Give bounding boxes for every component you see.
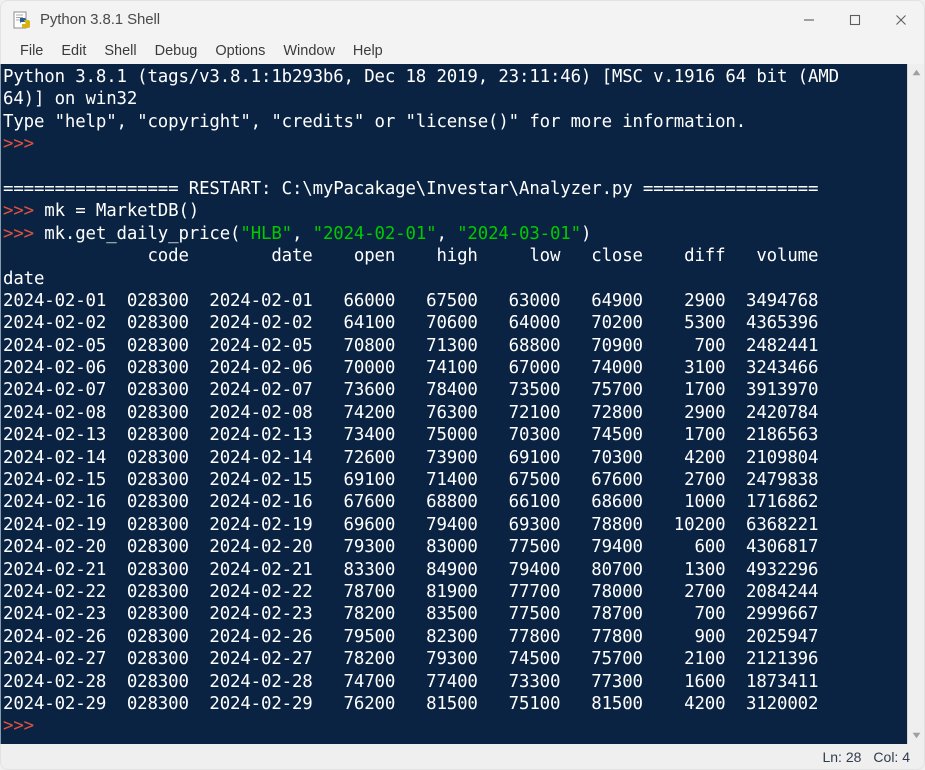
table-row: 2024-02-27 028300 2024-02-27 78200 79300…	[3, 649, 819, 670]
table-row: 2024-02-08 028300 2024-02-08 74200 76300…	[3, 402, 819, 423]
table-row: 2024-02-22 028300 2024-02-22 78700 81900…	[3, 581, 819, 602]
status-bar: Ln: 28 Col: 4	[0, 744, 925, 770]
table-row: 2024-02-16 028300 2024-02-16 67600 68800…	[3, 492, 819, 513]
menu-bar: File Edit Shell Debug Options Window Hel…	[0, 38, 925, 64]
title-bar-left: Python 3.8.1 Shell	[1, 11, 160, 29]
command-line-get-daily-price: >>> mk.get_daily_price("HLB", "2024-02-0…	[3, 223, 592, 244]
prompt-line-trailing: >>>	[3, 716, 34, 737]
table-row: 2024-02-06 028300 2024-02-06 70000 74100…	[3, 358, 819, 379]
vertical-scrollbar[interactable]	[907, 64, 924, 744]
status-line-number: Ln: 28	[822, 748, 862, 765]
table-row: 2024-02-23 028300 2024-02-23 78200 83500…	[3, 604, 819, 625]
table-row: 2024-02-19 028300 2024-02-19 69600 79400…	[3, 514, 819, 535]
table-row: 2024-02-15 028300 2024-02-15 69100 71400…	[3, 470, 819, 491]
table-row: 2024-02-05 028300 2024-02-05 70800 71300…	[3, 335, 819, 356]
python-idle-icon	[13, 11, 31, 29]
banner-line-1: 64)] on win32	[3, 89, 138, 110]
menu-item-debug[interactable]: Debug	[146, 41, 207, 61]
banner-line-0: Python 3.8.1 (tags/v3.8.1:1b293b6, Dec 1…	[3, 67, 839, 87]
menu-item-file[interactable]: File	[11, 41, 52, 61]
table-row: 2024-02-21 028300 2024-02-21 83300 84900…	[3, 559, 819, 580]
shell-output[interactable]: Python 3.8.1 (tags/v3.8.1:1b293b6, Dec 1…	[1, 64, 907, 744]
table-row: 2024-02-02 028300 2024-02-02 64100 70600…	[3, 313, 819, 334]
scroll-up-icon[interactable]	[908, 64, 925, 81]
menu-item-options[interactable]: Options	[206, 41, 274, 61]
banner-line-2: Type "help", "copyright", "credits" or "…	[3, 111, 747, 132]
maximize-button[interactable]	[832, 1, 878, 39]
table-row: 2024-02-28 028300 2024-02-28 74700 77400…	[3, 671, 819, 692]
prompt-line-empty: >>>	[3, 134, 34, 155]
menu-item-shell[interactable]: Shell	[95, 41, 145, 61]
close-button[interactable]	[878, 1, 924, 39]
table-row: 2024-02-26 028300 2024-02-26 79500 82300…	[3, 626, 819, 647]
table-row: 2024-02-14 028300 2024-02-14 72600 73900…	[3, 447, 819, 468]
restart-line: ================= RESTART: C:\myPacakage…	[3, 178, 819, 199]
table-row: 2024-02-01 028300 2024-02-01 66000 67500…	[3, 290, 819, 311]
status-column-number: Col: 4	[873, 748, 910, 765]
scroll-down-icon[interactable]	[908, 727, 925, 744]
table-header-row: code date open high low close diff volum…	[3, 246, 819, 267]
idle-shell-window: Python 3.8.1 Shell File Edit Shell Debug…	[0, 0, 925, 770]
menu-item-window[interactable]: Window	[274, 41, 344, 61]
command-line-0: >>> mk = MarketDB()	[3, 201, 200, 222]
window-controls	[786, 1, 924, 39]
table-row: 2024-02-29 028300 2024-02-29 76200 81500…	[3, 693, 819, 714]
table-row: 2024-02-20 028300 2024-02-20 79300 83000…	[3, 537, 819, 558]
minimize-button[interactable]	[786, 1, 832, 39]
menu-item-edit[interactable]: Edit	[52, 41, 95, 61]
title-bar: Python 3.8.1 Shell	[0, 0, 925, 38]
scrollbar-track[interactable]	[908, 81, 925, 727]
table-row: 2024-02-13 028300 2024-02-13 73400 75000…	[3, 425, 819, 446]
table-index-name: date	[3, 268, 45, 289]
window-title: Python 3.8.1 Shell	[40, 11, 160, 28]
console-area: Python 3.8.1 (tags/v3.8.1:1b293b6, Dec 1…	[0, 64, 925, 744]
table-row: 2024-02-07 028300 2024-02-07 73600 78400…	[3, 380, 819, 401]
menu-item-help[interactable]: Help	[344, 41, 392, 61]
